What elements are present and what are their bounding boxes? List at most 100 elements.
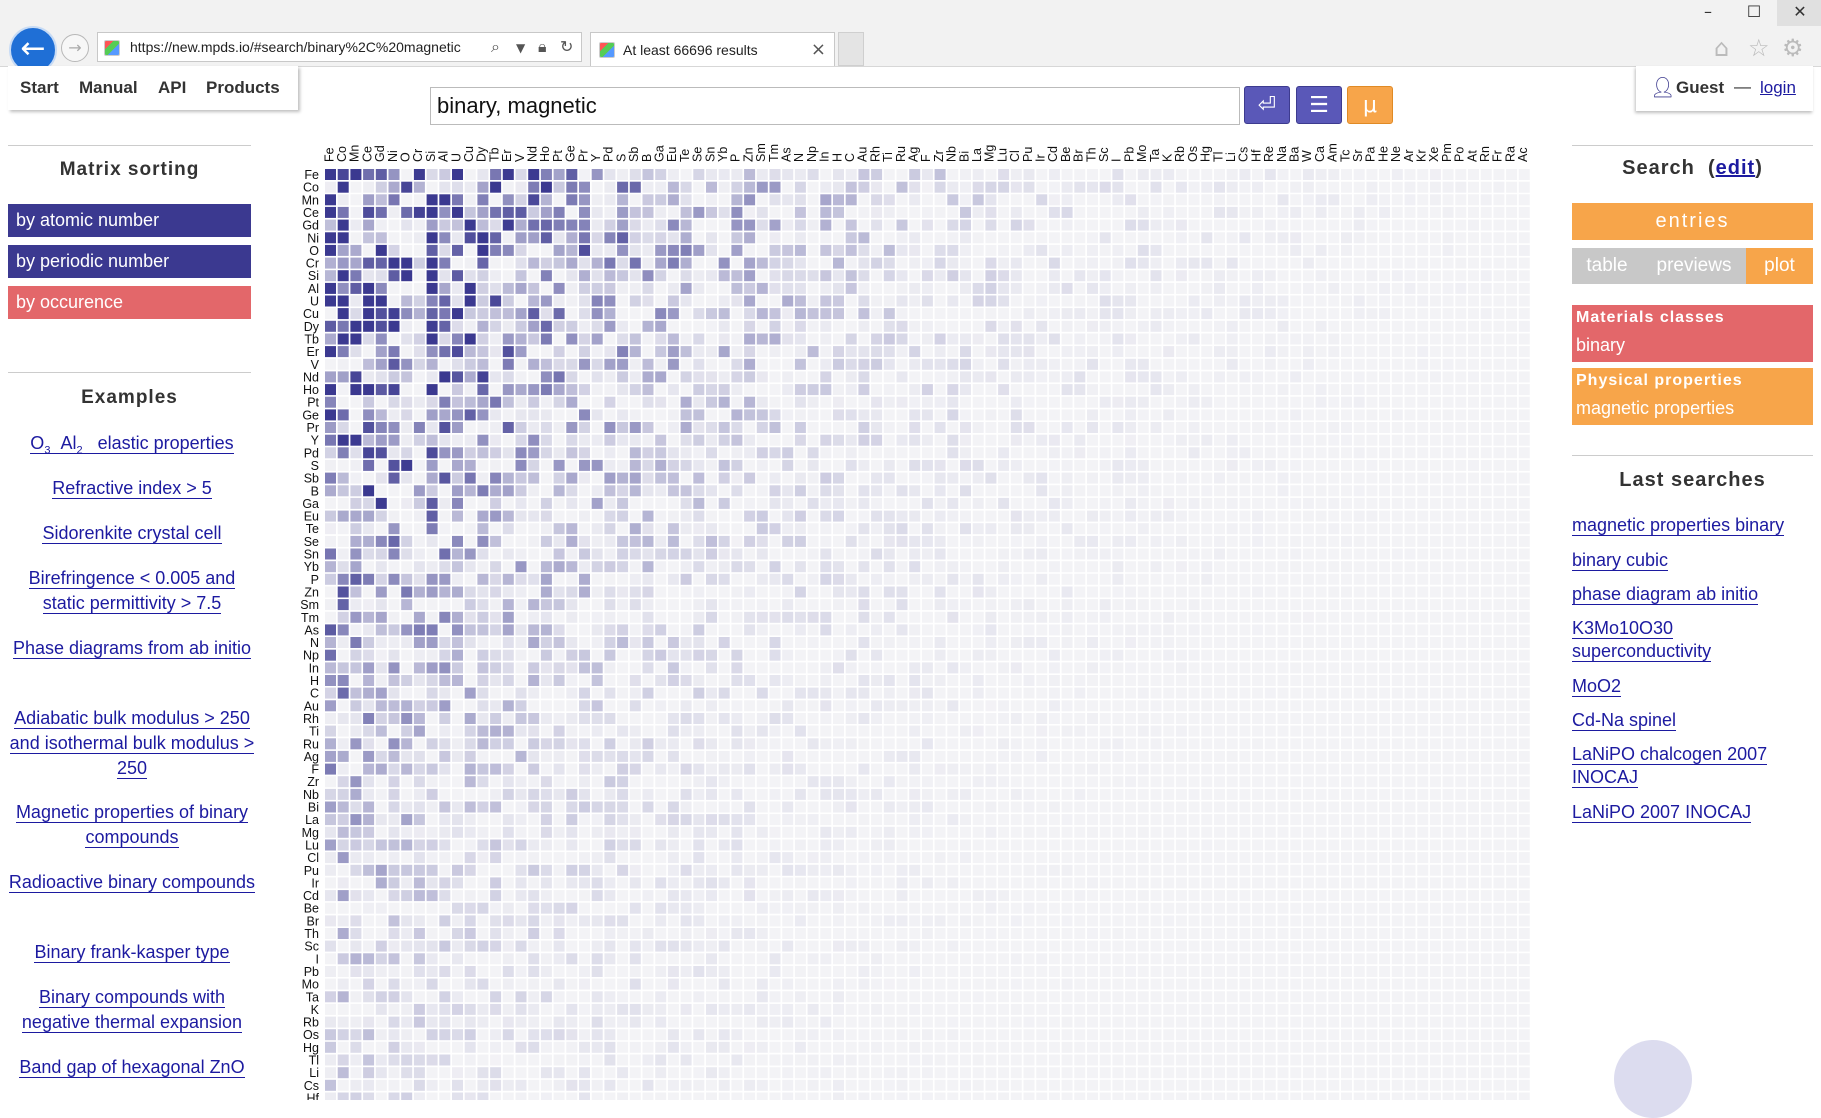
matrix-cell-Co-Th[interactable] (1087, 181, 1098, 193)
matrix-cell-O-Po[interactable] (1455, 244, 1467, 256)
matrix-cell-Ag-Xe[interactable] (1429, 750, 1441, 762)
matrix-cell-Ti-Ni[interactable] (388, 725, 400, 737)
matrix-cell-Gd-Tc[interactable] (1341, 219, 1352, 231)
matrix-cell-Te-B[interactable] (642, 523, 654, 535)
matrix-cell-Np-As[interactable] (782, 649, 794, 661)
matrix-cell-Zr-Pm[interactable] (1442, 776, 1454, 788)
matrix-cell-Ho-H[interactable] (833, 384, 844, 396)
matrix-cell-Pt-Np[interactable] (807, 396, 819, 408)
matrix-cell-Eu-He[interactable] (1379, 510, 1391, 522)
matrix-cell-C-Am[interactable] (1328, 687, 1340, 699)
matrix-cell-H-Hf[interactable] (1252, 675, 1264, 686)
matrix-cell-V-Hg[interactable] (1201, 358, 1213, 370)
matrix-cell-As-Xe[interactable] (1429, 624, 1441, 636)
matrix-cell-Yb-He[interactable] (1379, 561, 1391, 573)
matrix-cell-Cu-Sc[interactable] (1099, 308, 1111, 320)
matrix-cell-S-U[interactable] (452, 459, 463, 471)
matrix-cell-Ge-At[interactable] (1468, 409, 1479, 421)
matrix-cell-As-Te[interactable] (680, 624, 692, 636)
matrix-cell-La-Pd[interactable] (604, 814, 616, 826)
matrix-cell-Np-Co[interactable] (337, 649, 349, 661)
matrix-cell-Cr-Fr[interactable] (1493, 257, 1505, 269)
matrix-cell-Fe-Se[interactable] (693, 169, 705, 180)
matrix-cell-Pr-Rn[interactable] (1480, 422, 1492, 433)
matrix-cell-La-Mg[interactable] (985, 814, 997, 826)
matrix-cell-Rh-Zn[interactable] (744, 713, 756, 724)
matrix-cell-Dy-Ag[interactable] (909, 320, 921, 332)
matrix-cell-B-V[interactable] (515, 485, 527, 497)
matrix-cell-In-Nb[interactable] (947, 662, 959, 674)
matrix-cell-Eu-Yb[interactable] (718, 510, 730, 522)
matrix-cell-Zr-Ir[interactable] (1036, 776, 1048, 788)
matrix-cell-Pd-Fe[interactable] (325, 447, 336, 459)
matrix-cell-Tb-Eu[interactable] (667, 333, 679, 345)
matrix-cell-B-Tc[interactable] (1341, 485, 1352, 497)
matrix-cell-U-At[interactable] (1468, 295, 1479, 307)
matrix-cell-In-Dy[interactable] (477, 662, 489, 674)
matrix-cell-Fe-Ra[interactable] (1506, 169, 1518, 180)
matrix-cell-Y-Am[interactable] (1328, 434, 1340, 446)
matrix-cell-B-Ne[interactable] (1391, 485, 1403, 497)
matrix-cell-Mn-Tb[interactable] (490, 194, 502, 206)
matrix-cell-Sm-Cr[interactable] (413, 599, 425, 611)
matrix-cell-As-H[interactable] (833, 624, 844, 636)
matrix-cell-C-Th[interactable] (1087, 687, 1098, 699)
matrix-cell-Bi-Nb[interactable] (947, 801, 959, 813)
matrix-cell-Y-Sm[interactable] (756, 434, 768, 446)
matrix-cell-Nd-C[interactable] (845, 371, 857, 383)
matrix-cell-B-Pm[interactable] (1442, 485, 1454, 497)
matrix-cell-La-Cd[interactable] (1048, 814, 1060, 826)
matrix-cell-Ce-Gd[interactable] (375, 206, 387, 218)
matrix-cell-Pr-Be[interactable] (1061, 422, 1073, 433)
matrix-cell-Cr-I[interactable] (1112, 257, 1124, 269)
matrix-cell-F-Xe[interactable] (1429, 763, 1441, 775)
matrix-cell-Te-U[interactable] (452, 523, 463, 535)
matrix-cell-Ce-Ac[interactable] (1518, 206, 1530, 218)
matrix-cell-V-H[interactable] (833, 358, 844, 370)
matrix-cell-Nb-Na[interactable] (1277, 788, 1289, 800)
matrix-cell-O-U[interactable] (452, 244, 463, 256)
matrix-cell-Ru-Yb[interactable] (718, 738, 730, 750)
matrix-cell-Ni-P[interactable] (731, 232, 743, 244)
matrix-cell-Nb-Xe[interactable] (1429, 788, 1441, 800)
matrix-cell-U-La[interactable] (972, 295, 984, 307)
matrix-cell-Y-Sb[interactable] (629, 434, 641, 446)
matrix-cell-F-Rb[interactable] (1175, 763, 1187, 775)
matrix-cell-U-Be[interactable] (1061, 295, 1073, 307)
matrix-cell-Bi-Eu[interactable] (667, 801, 679, 813)
matrix-cell-Se-N[interactable] (794, 535, 806, 547)
matrix-cell-Dy-Er[interactable] (502, 320, 514, 332)
matrix-cell-Au-C[interactable] (845, 700, 857, 712)
matrix-cell-Ge-Tm[interactable] (769, 409, 781, 421)
matrix-cell-Tb-F[interactable] (921, 333, 933, 345)
matrix-cell-Pd-Ir[interactable] (1036, 447, 1048, 459)
matrix-cell-Ga-Cl[interactable] (1010, 497, 1022, 509)
matrix-cell-Ce-In[interactable] (820, 206, 832, 218)
matrix-cell-Nd-N[interactable] (794, 371, 806, 383)
matrix-cell-Zn-Pt[interactable] (553, 586, 565, 598)
matrix-cell-Ho-Al[interactable] (439, 384, 451, 396)
matrix-cell-N-Th[interactable] (1087, 637, 1098, 648)
matrix-cell-Zn-Pd[interactable] (604, 586, 616, 598)
matrix-cell-Ag-Mg[interactable] (985, 750, 997, 762)
matrix-cell-C-Pa[interactable] (1366, 687, 1378, 699)
matrix-cell-O-Tc[interactable] (1341, 244, 1352, 256)
matrix-cell-Cu-Np[interactable] (807, 308, 819, 320)
matrix-cell-Np-Ra[interactable] (1506, 649, 1518, 661)
matrix-cell-In-Rb[interactable] (1175, 662, 1187, 674)
matrix-cell-Si-Sc[interactable] (1099, 270, 1111, 282)
matrix-cell-As-Ti[interactable] (883, 624, 895, 636)
matrix-cell-Zn-Au[interactable] (858, 586, 870, 598)
matrix-cell-In-Rn[interactable] (1480, 662, 1492, 674)
matrix-cell-F-Ge[interactable] (566, 763, 578, 775)
matrix-cell-Rh-Po[interactable] (1455, 713, 1467, 724)
matrix-cell-Cr-Ne[interactable] (1391, 257, 1403, 269)
matrix-cell-F-Sb[interactable] (629, 763, 641, 775)
matrix-cell-Np-Zn[interactable] (744, 649, 756, 661)
matrix-cell-Nd-Ag[interactable] (909, 371, 921, 383)
matrix-cell-Ga-Cs[interactable] (1239, 497, 1251, 509)
matrix-cell-U-Al[interactable] (439, 295, 451, 307)
matrix-cell-Nd-V[interactable] (515, 371, 527, 383)
matrix-cell-U-Xe[interactable] (1429, 295, 1441, 307)
matrix-cell-Ce-Sr[interactable] (1353, 206, 1365, 218)
